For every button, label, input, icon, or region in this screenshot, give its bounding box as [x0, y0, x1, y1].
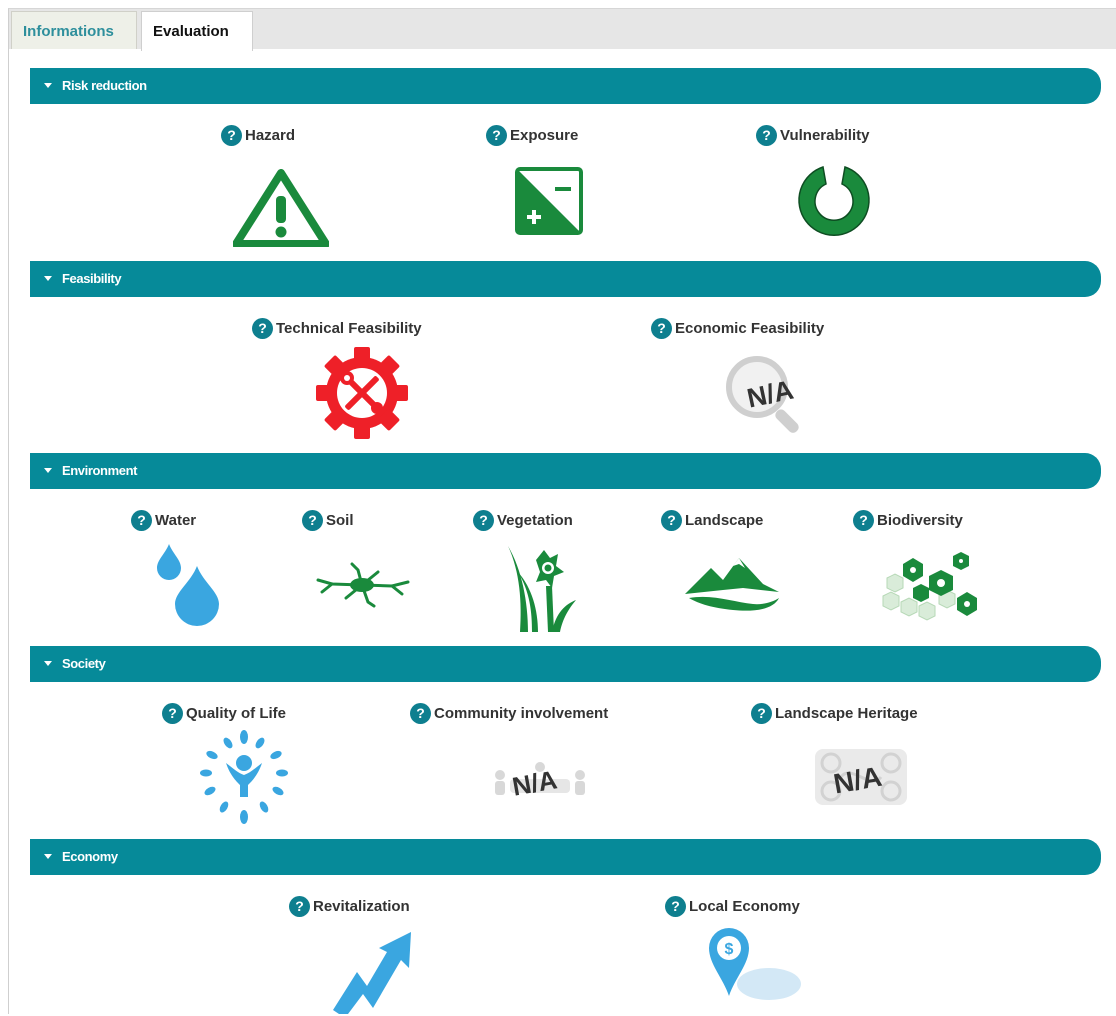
mountain-icon: [685, 558, 779, 611]
criterion-label: Quality of Life: [186, 705, 287, 722]
help-icon[interactable]: ?: [131, 510, 152, 531]
criterion-quality-of-life: ? Quality of Life: [162, 703, 322, 824]
criterion-vegetation: ? Vegetation: [473, 510, 603, 632]
biodiversity-hexagons-icon: [882, 552, 977, 621]
person-leaves-icon: [200, 730, 288, 824]
water-drops-icon: [157, 544, 219, 626]
section-title: Economy: [62, 849, 118, 864]
cracked-soil-icon: [316, 562, 410, 608]
warning-triangle-icon: [233, 169, 329, 247]
help-icon[interactable]: ?: [665, 896, 686, 917]
section-header-risk-reduction[interactable]: Risk reduction: [30, 68, 1101, 104]
criterion-label: Biodiversity: [877, 512, 963, 529]
plus-minus-square-icon: [515, 167, 583, 235]
help-icon[interactable]: ?: [162, 703, 183, 724]
heritage-na-icon: N/A: [815, 749, 907, 805]
section-title: Environment: [62, 463, 138, 478]
criterion-water: ? Water: [131, 510, 231, 630]
help-icon[interactable]: ?: [221, 125, 242, 146]
criterion-label: Revitalization: [313, 898, 410, 915]
broken-ring-icon: [798, 166, 870, 236]
criterion-technical-feasibility: ? Technical Feasibility: [252, 318, 472, 439]
help-icon[interactable]: ?: [302, 510, 323, 531]
help-icon[interactable]: ?: [651, 318, 672, 339]
criterion-label: Water: [155, 512, 197, 529]
criterion-label: Technical Feasibility: [276, 320, 422, 337]
criterion-hazard: ? Hazard: [221, 125, 329, 247]
criterion-label: Vegetation: [497, 512, 573, 529]
criterion-label: Landscape: [685, 512, 764, 529]
na-text: N/A: [510, 764, 560, 799]
help-icon[interactable]: ?: [252, 318, 273, 339]
caret-down-icon: [44, 854, 52, 860]
help-icon[interactable]: ?: [473, 510, 494, 531]
caret-down-icon: [44, 276, 52, 282]
section-header-feasibility[interactable]: Feasibility: [30, 261, 1101, 297]
criterion-landscape: ? Landscape: [661, 510, 801, 630]
help-icon[interactable]: ?: [756, 125, 777, 146]
section-header-economy[interactable]: Economy: [30, 839, 1101, 875]
caret-down-icon: [44, 661, 52, 667]
help-icon[interactable]: ?: [410, 703, 431, 724]
help-icon[interactable]: ?: [853, 510, 874, 531]
criterion-revitalization: ? Revitalization: [289, 896, 459, 1016]
section-header-environment[interactable]: Environment: [30, 453, 1101, 489]
section-header-society[interactable]: Society: [30, 646, 1101, 682]
caret-down-icon: [44, 468, 52, 474]
criterion-exposure: ? Exposure: [486, 125, 606, 245]
section-title: Risk reduction: [62, 78, 147, 93]
tab-evaluation[interactable]: Evaluation: [141, 11, 253, 51]
help-icon[interactable]: ?: [486, 125, 507, 146]
gear-tools-icon: [316, 347, 408, 439]
criterion-local-economy: ? Local Economy $: [665, 896, 845, 1016]
flower-plant-icon: [508, 546, 576, 632]
help-icon[interactable]: ?: [289, 896, 310, 917]
criterion-label: Landscape Heritage: [775, 705, 918, 722]
criterion-economic-feasibility: ? Economic Feasibility N/A: [651, 318, 881, 438]
criterion-label: Local Economy: [689, 898, 800, 915]
criterion-community-involvement: ? Community involvement N/A: [410, 703, 670, 823]
tab-informations[interactable]: Informations: [11, 11, 137, 49]
criterion-label: Economic Feasibility: [675, 320, 825, 337]
section-title: Feasibility: [62, 271, 122, 286]
criterion-landscape-heritage: ? Landscape Heritage N/A: [751, 703, 981, 823]
tab-bar: Informations Evaluation: [9, 9, 1116, 51]
criterion-label: Community involvement: [434, 705, 609, 722]
caret-down-icon: [44, 83, 52, 89]
criterion-soil: ? Soil: [302, 510, 412, 630]
criterion-biodiversity: ? Biodiversity: [853, 510, 1003, 630]
help-icon[interactable]: ?: [661, 510, 682, 531]
criterion-label: Exposure: [510, 127, 579, 144]
dollar-pin-icon: $: [709, 928, 801, 1000]
criterion-label: Vulnerability: [780, 127, 870, 144]
help-icon[interactable]: ?: [751, 703, 772, 724]
criterion-label: Hazard: [245, 127, 296, 144]
community-na-icon: N/A: [495, 762, 585, 799]
svg-text:$: $: [725, 941, 734, 958]
rising-arrow-icon: [333, 932, 411, 1014]
criterion-vulnerability: ? Vulnerability: [756, 125, 906, 245]
magnifier-na-icon: N/A: [726, 356, 799, 433]
criterion-label: Soil: [326, 512, 354, 529]
section-title: Society: [62, 656, 106, 671]
